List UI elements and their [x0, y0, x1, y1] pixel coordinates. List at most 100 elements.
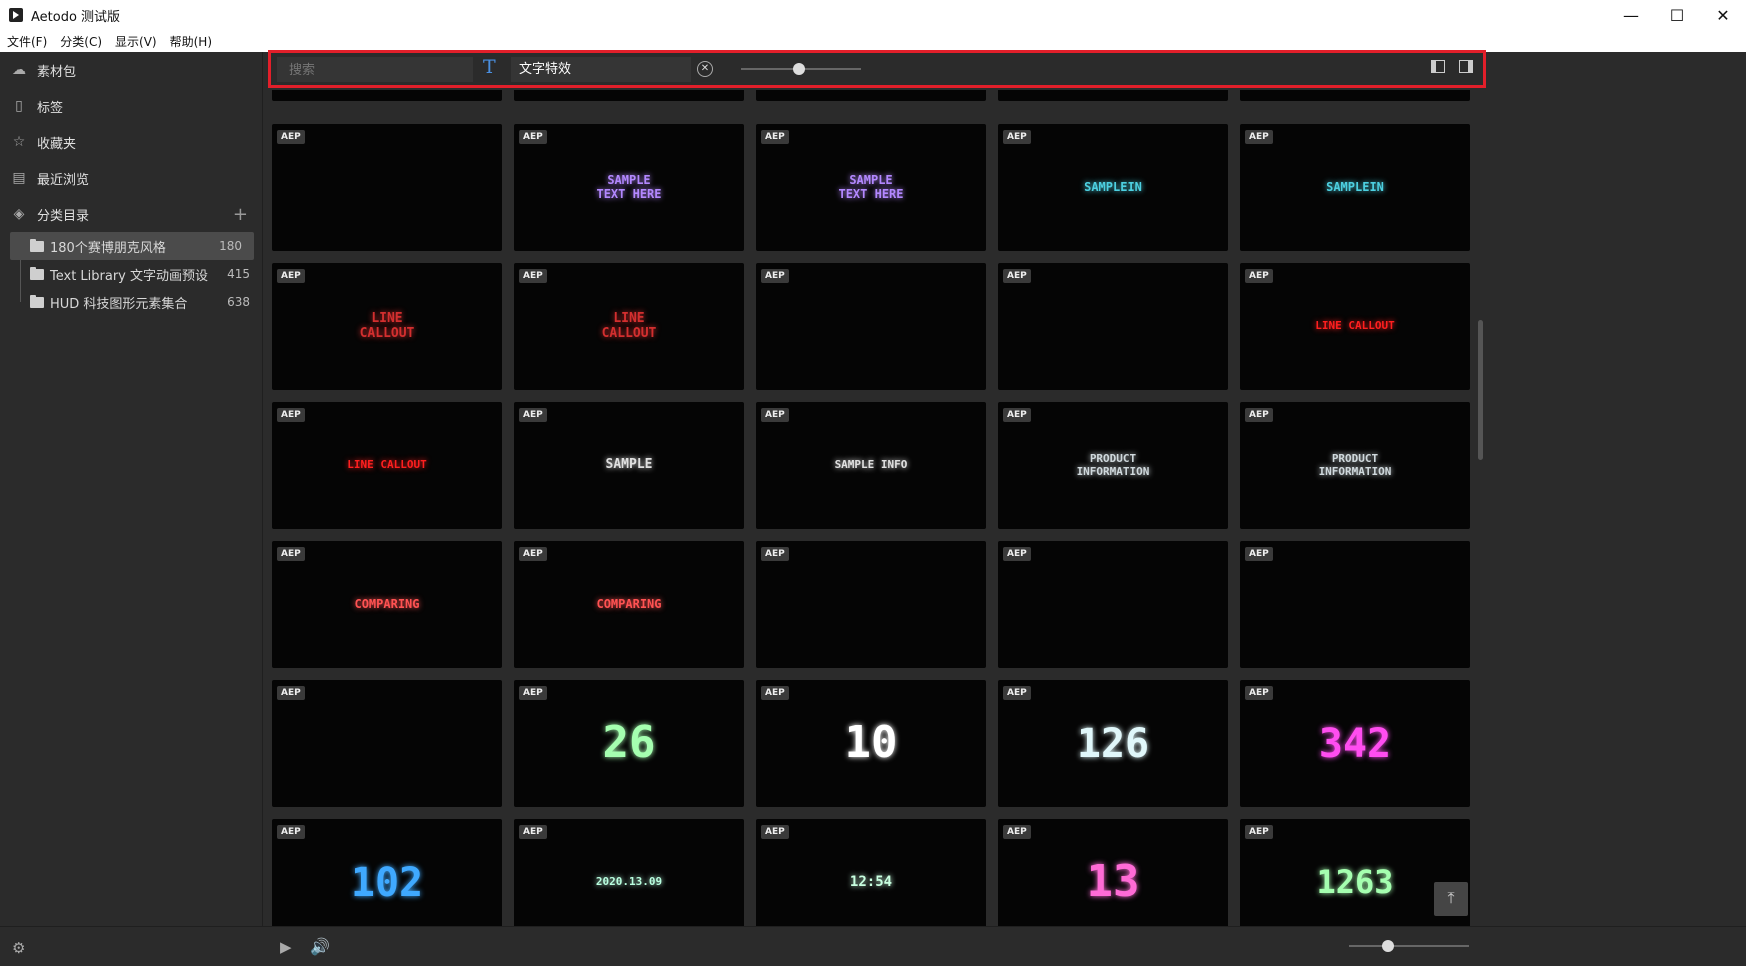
asset-thumbnail: 12:54 — [849, 873, 893, 890]
search-input[interactable] — [277, 57, 473, 82]
asset-card[interactable]: AEP COMPARING — [272, 541, 502, 668]
asset-card[interactable]: AEP — [998, 541, 1228, 668]
clear-filter-button[interactable]: ✕ — [697, 61, 713, 77]
asset-card[interactable] — [1240, 90, 1470, 101]
menu-view[interactable]: 显示(V) — [108, 33, 163, 50]
folder-icon — [30, 238, 44, 252]
aep-badge: AEP — [1003, 825, 1031, 839]
close-button[interactable]: ✕ — [1700, 0, 1746, 30]
asset-card[interactable] — [998, 90, 1228, 101]
asset-card[interactable]: AEP SAMPLEIN — [998, 124, 1228, 251]
aep-badge: AEP — [1245, 686, 1273, 700]
minimize-button[interactable]: — — [1608, 0, 1654, 30]
asset-thumbnail: 26 — [602, 717, 656, 769]
aep-badge: AEP — [761, 547, 789, 561]
sidebar-item-label: 标签 — [37, 100, 64, 116]
asset-thumbnail: 342 — [1318, 720, 1392, 767]
app-logo-icon — [9, 8, 23, 22]
star-icon: ☆ — [12, 134, 26, 150]
bottom-bar: ⚙ ▶ 🔊 — [0, 926, 1746, 966]
asset-card[interactable]: AEP SAMPLE INFO — [756, 402, 986, 529]
text-type-icon[interactable]: T — [483, 56, 496, 78]
asset-card[interactable]: AEP LINE CALLOUT — [1240, 263, 1470, 390]
aep-badge: AEP — [761, 825, 789, 839]
asset-card[interactable]: AEP — [998, 263, 1228, 390]
folder-item-hud[interactable]: HUD 科技图形元素集合 638 — [0, 288, 262, 316]
folder-item-cyberpunk[interactable]: 180个赛博朋克风格 180 — [10, 232, 254, 260]
filter-input[interactable]: 文字特效 — [511, 57, 691, 82]
asset-card[interactable]: AEP — [756, 263, 986, 390]
volume-icon[interactable]: 🔊 — [310, 937, 330, 956]
menu-category[interactable]: 分类(C) — [53, 33, 108, 50]
asset-card[interactable]: AEP 26 — [514, 680, 744, 807]
asset-card[interactable]: AEP — [1240, 541, 1470, 668]
asset-thumbnail: 10 — [844, 717, 898, 769]
folder-count: 180 — [219, 239, 242, 253]
aep-badge: AEP — [277, 686, 305, 700]
asset-thumbnail: PRODUCT INFORMATION — [1076, 452, 1150, 478]
add-category-button[interactable]: + — [233, 204, 248, 225]
asset-thumbnail: LINE CALLOUT — [347, 458, 427, 472]
asset-card[interactable]: AEP SAMPLE TEXT HERE — [514, 124, 744, 251]
thumbnail-size-slider-handle[interactable] — [793, 63, 805, 75]
asset-card[interactable]: AEP LINE CALLOUT — [272, 263, 502, 390]
aep-badge: AEP — [519, 547, 547, 561]
asset-card[interactable]: AEP 2020.13.09 — [514, 819, 744, 926]
asset-thumbnail: 126 — [1076, 720, 1150, 767]
folder-count: 415 — [227, 267, 250, 281]
asset-thumbnail: 1263 — [1316, 862, 1394, 901]
sidebar-item-tags[interactable]: ▯ 标签 — [0, 88, 262, 124]
asset-card[interactable]: AEP LINE CALLOUT — [272, 402, 502, 529]
sidebar-item-recent[interactable]: ▤ 最近浏览 — [0, 160, 262, 196]
aep-badge: AEP — [761, 130, 789, 144]
toggle-left-panel-icon[interactable] — [1431, 60, 1445, 73]
folder-label: 180个赛博朋克风格 — [50, 240, 166, 256]
asset-thumbnail: COMPARING — [596, 596, 662, 611]
menu-file[interactable]: 文件(F) — [0, 33, 53, 50]
asset-card[interactable]: AEP SAMPLE — [514, 402, 744, 529]
asset-card[interactable]: AEP PRODUCT INFORMATION — [1240, 402, 1470, 529]
scrollbar[interactable] — [1478, 320, 1483, 460]
filter-toolbar: T 文字特效 ✕ — [268, 50, 1486, 88]
gear-icon[interactable]: ⚙ — [12, 939, 25, 957]
asset-thumbnail: COMPARING — [354, 596, 420, 611]
asset-card[interactable]: AEP SAMPLE TEXT HERE — [756, 124, 986, 251]
asset-card[interactable]: AEP LINE CALLOUT — [514, 263, 744, 390]
aep-badge: AEP — [519, 130, 547, 144]
maximize-button[interactable]: ☐ — [1654, 0, 1700, 30]
asset-card[interactable]: AEP — [272, 124, 502, 251]
preview-size-slider-handle[interactable] — [1382, 940, 1394, 952]
asset-card[interactable]: AEP — [272, 680, 502, 807]
asset-card[interactable]: AEP 12:54 — [756, 819, 986, 926]
asset-card[interactable]: AEP 102 — [272, 819, 502, 926]
play-button[interactable]: ▶ — [280, 938, 292, 956]
preview-size-slider[interactable] — [1349, 945, 1469, 947]
title-bar: Aetodo 测试版 — ☐ ✕ — [0, 0, 1746, 30]
asset-card[interactable] — [272, 90, 502, 101]
menu-help[interactable]: 帮助(H) — [163, 33, 218, 50]
sidebar-item-categories[interactable]: ◈ 分类目录 + — [0, 196, 262, 232]
asset-card[interactable]: AEP PRODUCT INFORMATION — [998, 402, 1228, 529]
sidebar-item-packages[interactable]: ☁ 素材包 — [0, 52, 262, 88]
asset-thumbnail: LINE CALLOUT — [1315, 319, 1395, 333]
asset-card[interactable]: AEP 13 — [998, 819, 1228, 926]
asset-card[interactable]: AEP 126 — [998, 680, 1228, 807]
asset-card[interactable] — [514, 90, 744, 101]
aep-badge: AEP — [1003, 408, 1031, 422]
asset-thumbnail: SAMPLE TEXT HERE — [596, 173, 662, 201]
aep-badge: AEP — [761, 408, 789, 422]
asset-card[interactable]: AEP — [756, 541, 986, 668]
asset-card[interactable] — [756, 90, 986, 101]
asset-card[interactable]: AEP 342 — [1240, 680, 1470, 807]
asset-card[interactable]: AEP 10 — [756, 680, 986, 807]
sidebar-item-favorites[interactable]: ☆ 收藏夹 — [0, 124, 262, 160]
folder-item-text-library[interactable]: Text Library 文字动画预设 415 — [0, 260, 262, 288]
asset-card[interactable]: AEP COMPARING — [514, 541, 744, 668]
sidebar: ☁ 素材包 ▯ 标签 ☆ 收藏夹 ▤ 最近浏览 ◈ 分类目录 + 180个赛博朋… — [0, 52, 263, 926]
asset-thumbnail: SAMPLEIN — [1326, 179, 1384, 194]
scroll-to-top-button[interactable]: ⤒ — [1434, 882, 1468, 916]
asset-card[interactable]: AEP SAMPLEIN — [1240, 124, 1470, 251]
toggle-right-panel-icon[interactable] — [1459, 60, 1473, 73]
asset-thumbnail: SAMPLE TEXT HERE — [838, 173, 904, 201]
aep-badge: AEP — [1245, 547, 1273, 561]
